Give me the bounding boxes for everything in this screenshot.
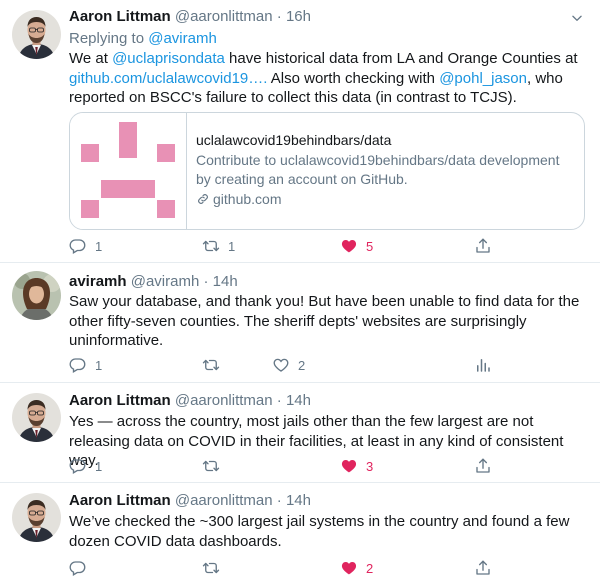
- avatar-image: [12, 393, 61, 442]
- card-domain: github.com: [196, 190, 576, 210]
- card-description: Contribute to uclalawcovid19behindbars/d…: [196, 151, 560, 188]
- retweet-button[interactable]: [202, 355, 220, 375]
- like-count: 3: [366, 458, 374, 474]
- tweet-actions: 2: [69, 558, 499, 578]
- tweet-4[interactable]: Aaron Littman @aaronlittman · 14h We’ve …: [0, 483, 600, 585]
- retweet-count: 1: [228, 238, 236, 254]
- url-link[interactable]: github.com/uclalawcovid19….: [69, 70, 267, 87]
- heart-icon: [340, 237, 358, 255]
- reply-button[interactable]: 1: [69, 355, 102, 375]
- reply-icon: [69, 457, 87, 475]
- mention-link[interactable]: @uclaprisondata: [112, 50, 225, 67]
- text-segment: We at: [69, 50, 113, 67]
- display-name[interactable]: Aaron Littman: [69, 392, 171, 409]
- link-card[interactable]: uclalawcovid19behindbars/data Contribute…: [69, 112, 585, 230]
- reply-button[interactable]: 1: [69, 456, 102, 476]
- share-icon: [474, 237, 492, 255]
- tweet-header: aviramh @aviramh · 14h: [69, 273, 560, 293]
- link-icon: [198, 194, 208, 205]
- text-segment: Also worth checking with: [267, 69, 440, 87]
- card-thumbnail: [70, 113, 187, 229]
- reply-count: 1: [95, 357, 103, 373]
- retweet-icon: [202, 237, 220, 255]
- heart-icon: [340, 559, 358, 577]
- retweet-button[interactable]: [202, 558, 220, 578]
- avatar[interactable]: [12, 493, 61, 542]
- share-button[interactable]: [474, 558, 492, 578]
- tweet-actions: 1 3: [69, 456, 499, 476]
- reply-button[interactable]: 1: [69, 236, 102, 256]
- share-button[interactable]: [474, 236, 492, 256]
- like-count: 5: [366, 238, 374, 254]
- retweet-icon: [202, 457, 220, 475]
- avatar-image: [12, 10, 61, 59]
- reply-count: 1: [95, 238, 103, 254]
- tweet-header: Aaron Littman @aaronlittman · 14h: [69, 492, 560, 512]
- display-name[interactable]: Aaron Littman: [69, 492, 171, 509]
- analytics-icon: [474, 356, 492, 374]
- like-button[interactable]: 3: [340, 456, 373, 476]
- tweet-actions: 1 1 5: [69, 236, 499, 256]
- reply-count: 1: [95, 458, 103, 474]
- replying-label: Replying to: [69, 30, 149, 47]
- card-title: uclalawcovid19behindbars/data: [196, 132, 392, 148]
- avatar[interactable]: [12, 10, 61, 59]
- like-button[interactable]: 2: [340, 558, 373, 578]
- separator: ·: [199, 273, 213, 290]
- retweet-button[interactable]: 1: [202, 236, 235, 256]
- timestamp[interactable]: 14h: [213, 273, 238, 290]
- display-name[interactable]: Aaron Littman: [69, 8, 171, 25]
- github-identicon: [81, 122, 175, 218]
- reply-icon: [69, 356, 87, 374]
- separator: ·: [272, 8, 286, 25]
- share-icon: [474, 457, 492, 475]
- separator: ·: [272, 492, 286, 509]
- reply-icon: [69, 559, 87, 577]
- retweet-icon: [202, 356, 220, 374]
- reply-button[interactable]: [69, 558, 87, 578]
- heart-icon: [272, 356, 290, 374]
- card-domain-text: github.com: [213, 190, 282, 207]
- timestamp[interactable]: 16h: [286, 8, 311, 25]
- replying-to-link[interactable]: @aviramh: [148, 30, 217, 47]
- avatar-image: [12, 493, 61, 542]
- avatar-image: [12, 271, 61, 320]
- share-icon: [474, 559, 492, 577]
- separator: ·: [272, 392, 286, 409]
- replying-to: Replying to @aviramh: [69, 29, 589, 49]
- username[interactable]: @aaronlittman: [175, 492, 273, 509]
- tweet-1[interactable]: Aaron Littman @aaronlittman · 16h Replyi…: [0, 0, 600, 268]
- tweet-header: Aaron Littman @aaronlittman · 16h: [69, 8, 560, 28]
- username[interactable]: @aaronlittman: [175, 8, 273, 25]
- timestamp[interactable]: 14h: [286, 392, 311, 409]
- timestamp[interactable]: 14h: [286, 492, 311, 509]
- analytics-button[interactable]: [474, 355, 492, 375]
- username[interactable]: @aaronlittman: [175, 392, 273, 409]
- mention-link[interactable]: @pohl_jason: [439, 70, 527, 87]
- avatar[interactable]: [12, 393, 61, 442]
- tweet-text: Saw your database, and thank you! But ha…: [69, 293, 580, 349]
- tweet-text: We’ve checked the ~300 largest jail syst…: [69, 513, 570, 550]
- heart-icon: [340, 457, 358, 475]
- like-button[interactable]: 2: [272, 355, 305, 375]
- username[interactable]: @aviramh: [131, 273, 200, 290]
- card-text: uclalawcovid19behindbars/data Contribute…: [196, 131, 576, 209]
- tweet-2[interactable]: aviramh @aviramh · 14h Saw your database…: [0, 263, 600, 383]
- display-name[interactable]: aviramh: [69, 273, 127, 290]
- retweet-button[interactable]: [202, 456, 220, 476]
- share-button[interactable]: [474, 456, 492, 476]
- tweet-actions: 1 2: [69, 355, 499, 375]
- tweet-header: Aaron Littman @aaronlittman · 14h: [69, 392, 560, 412]
- like-count: 2: [366, 560, 374, 576]
- like-count: 2: [298, 357, 306, 373]
- avatar[interactable]: [12, 271, 61, 320]
- retweet-icon: [202, 559, 220, 577]
- tweet-text: We at @uclaprisondata have historical da…: [69, 49, 589, 108]
- tweet-3[interactable]: Aaron Littman @aaronlittman · 14h Yes — …: [0, 383, 600, 483]
- text-segment: have historical data from LA and Orange …: [224, 50, 578, 67]
- reply-icon: [69, 237, 87, 255]
- like-button[interactable]: 5: [340, 236, 373, 256]
- chevron-down-icon[interactable]: [570, 11, 584, 25]
